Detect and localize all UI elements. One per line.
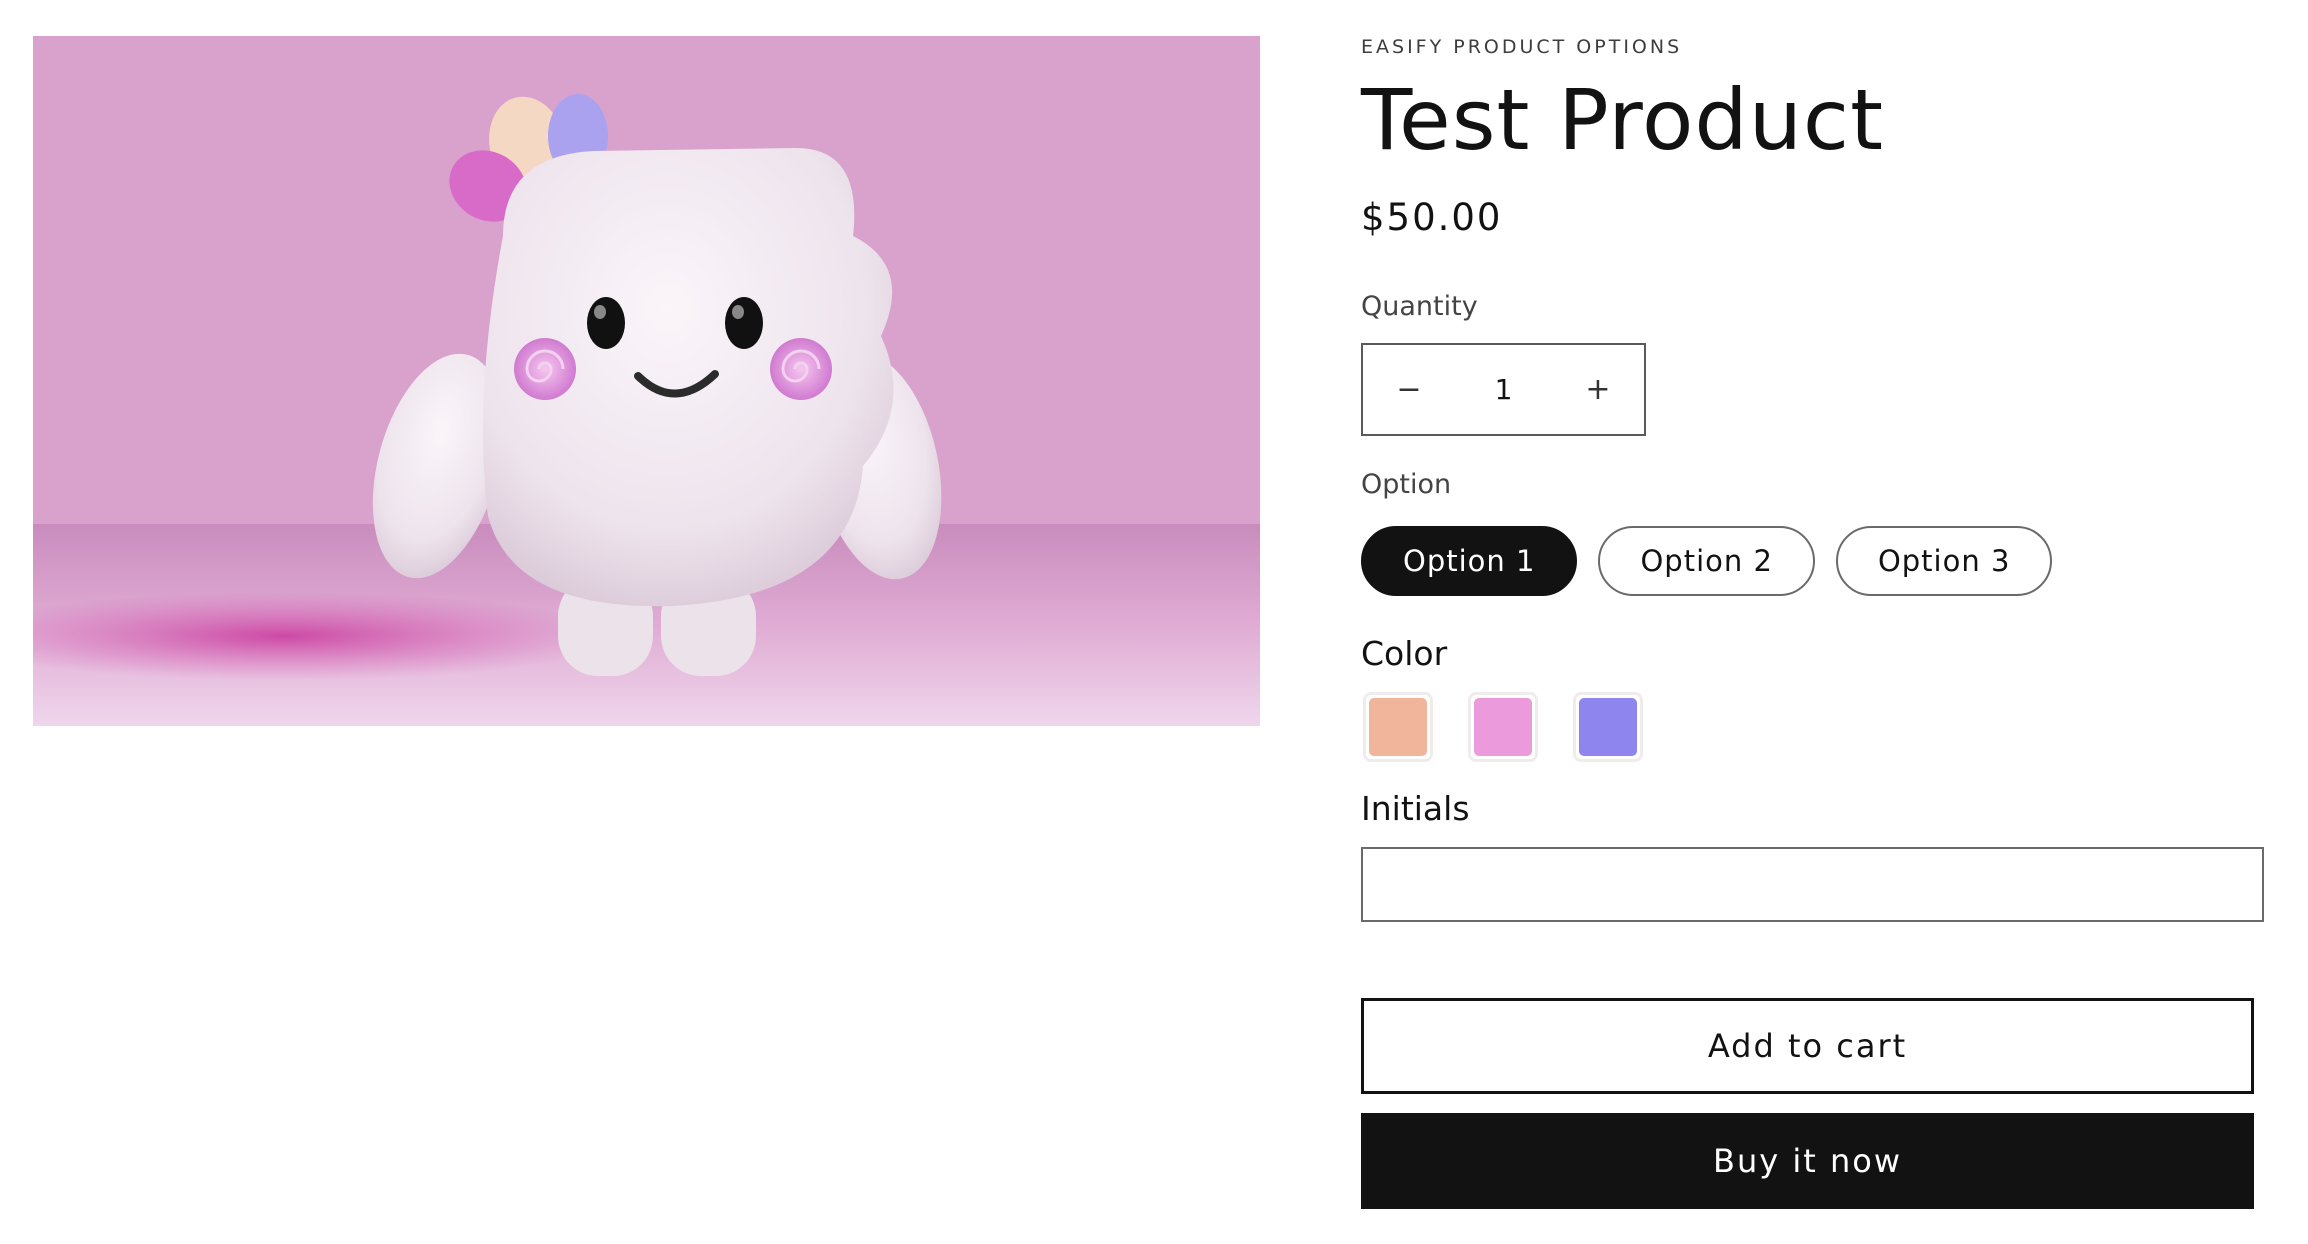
option-2-button[interactable]: Option 2	[1598, 526, 1815, 596]
minus-icon: −	[1396, 372, 1422, 407]
quantity-label: Quantity	[1361, 291, 1478, 322]
initials-label: Initials	[1361, 789, 1470, 828]
color-swatch-pink[interactable]	[1468, 692, 1538, 762]
add-to-cart-button[interactable]: Add to cart	[1361, 998, 2254, 1094]
plus-icon: +	[1585, 372, 1611, 407]
color-swatch-peach[interactable]	[1363, 692, 1433, 762]
option-selector: Option 1 Option 2 Option 3	[1361, 526, 2053, 596]
quantity-input[interactable]: 1	[1455, 373, 1552, 406]
color-swatch-purple[interactable]	[1573, 692, 1643, 762]
product-title: Test Product	[1361, 71, 1885, 169]
color-label: Color	[1361, 634, 1448, 673]
color-swatches	[1363, 692, 1643, 762]
color-swatch-fill	[1579, 698, 1637, 756]
option-3-button[interactable]: Option 3	[1835, 526, 2053, 596]
product-image	[33, 36, 1260, 726]
color-swatch-fill	[1369, 698, 1427, 756]
option-label: Option	[1361, 469, 1452, 500]
quantity-stepper: − 1 +	[1361, 343, 1646, 436]
marshmallow-character-illustration	[33, 36, 1260, 726]
product-vendor: EASIFY PRODUCT OPTIONS	[1361, 36, 1683, 58]
quantity-increase-button[interactable]: +	[1552, 345, 1644, 434]
buy-now-button[interactable]: Buy it now	[1361, 1113, 2254, 1209]
product-price: $50.00	[1361, 196, 1503, 239]
initials-input[interactable]	[1361, 847, 2264, 922]
option-1-button[interactable]: Option 1	[1361, 526, 1578, 596]
quantity-decrease-button[interactable]: −	[1363, 345, 1455, 434]
color-swatch-fill	[1474, 698, 1532, 756]
